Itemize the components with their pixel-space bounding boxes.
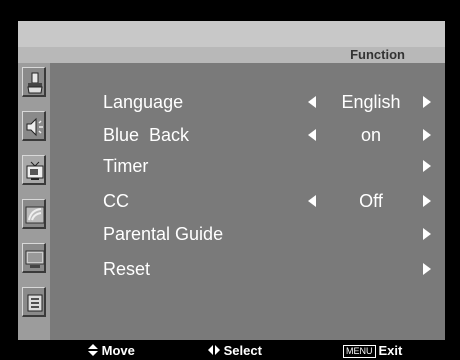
page-title: Function: [350, 47, 405, 62]
menu-item-cc[interactable]: CC Off: [103, 189, 443, 213]
menu-item-reset[interactable]: Reset: [103, 257, 443, 281]
right-arrow-icon[interactable]: [423, 263, 431, 275]
footer-hint-bar: Move Select MENU Exit: [18, 340, 445, 360]
title-bar: Function: [18, 47, 445, 63]
up-down-arrow-icon: [88, 344, 98, 356]
left-arrow-icon[interactable]: [308, 96, 316, 108]
left-arrow-icon[interactable]: [308, 195, 316, 207]
menu-item-value: on: [360, 125, 382, 145]
move-hint: Move: [88, 343, 135, 359]
sidebar-item-function[interactable]: [22, 287, 46, 317]
exit-hint: MENU Exit: [343, 343, 402, 359]
menu-item-label: Parental Guide: [103, 224, 224, 244]
function-panel-icon: [27, 294, 43, 312]
select-label: Select: [223, 343, 262, 358]
right-arrow-icon[interactable]: [423, 195, 431, 207]
satellite-dish-icon: [25, 206, 45, 224]
left-right-arrow-icon: [208, 345, 220, 355]
right-arrow-icon[interactable]: [423, 160, 431, 172]
sidebar-item-display[interactable]: [22, 243, 46, 273]
menu-item-parental-guide[interactable]: Parental Guide: [103, 222, 443, 246]
menu-item-label: Timer: [103, 156, 149, 176]
menu-item-label: Blue Back: [103, 125, 190, 145]
sidebar-item-sound[interactable]: [22, 111, 46, 141]
sidebar-item-picture[interactable]: [22, 67, 46, 97]
move-label: Move: [101, 343, 135, 358]
speaker-icon: [26, 117, 43, 137]
menu-item-value: Off: [359, 191, 383, 211]
menu-item-label: Language: [103, 92, 184, 112]
menu-item-value: English: [341, 92, 401, 112]
menu-item-label: Reset: [103, 259, 151, 279]
right-arrow-icon[interactable]: [423, 129, 431, 141]
select-hint: Select: [208, 343, 262, 359]
monitor-icon: [25, 250, 45, 268]
top-band: [18, 21, 445, 47]
menu-key-icon: MENU: [343, 345, 376, 359]
right-arrow-icon[interactable]: [423, 228, 431, 240]
tv-icon: [26, 161, 44, 180]
exit-label: Exit: [378, 343, 403, 358]
osd-menu-panel: Function Language English Blue Back on T…: [18, 21, 445, 340]
left-arrow-icon[interactable]: [308, 129, 316, 141]
right-arrow-icon[interactable]: [423, 96, 431, 108]
sidebar-item-channel[interactable]: [22, 155, 46, 185]
sidebar: [18, 63, 50, 340]
menu-item-timer[interactable]: Timer: [103, 154, 443, 178]
menu-item-label: CC: [103, 191, 129, 211]
menu-item-language[interactable]: Language English: [103, 90, 443, 114]
paint-brush-icon: [27, 72, 43, 94]
menu-item-blue-back[interactable]: Blue Back on: [103, 123, 443, 147]
sidebar-item-antenna[interactable]: [22, 199, 46, 229]
